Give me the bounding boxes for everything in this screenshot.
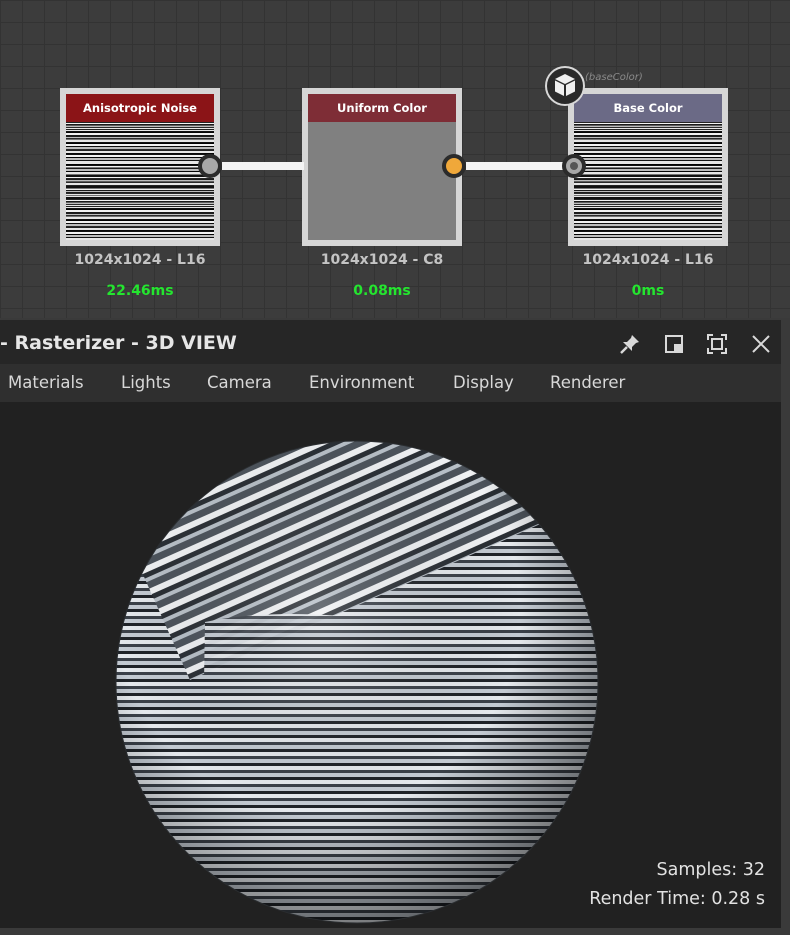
cube-icon	[555, 74, 575, 96]
panel-title-bar: - Rasterizer - 3D VIEW	[0, 318, 785, 364]
3d-viewport[interactable]: Samples: 32 Render Time: 0.28 s	[0, 402, 781, 928]
samples-readout: Samples: 32	[656, 860, 765, 880]
menu-renderer[interactable]: Renderer	[550, 373, 625, 392]
output-port[interactable]	[198, 154, 222, 178]
connection-wire[interactable]	[222, 162, 304, 170]
menu-environment[interactable]: Environment	[309, 373, 414, 392]
node-resolution-label: 1024x1024 - C8	[320, 252, 444, 268]
pin-icon[interactable]	[618, 332, 642, 356]
output-identifier-label: (baseColor)	[585, 72, 643, 83]
node-title: Anisotropic Noise	[66, 94, 214, 122]
input-port[interactable]	[562, 154, 586, 178]
node-compute-time: 0ms	[631, 283, 665, 299]
menu-materials[interactable]: Materials	[8, 373, 84, 392]
scrollbar-track[interactable]	[781, 318, 790, 935]
node-thumbnail	[308, 122, 456, 240]
viewport-menu-bar: Materials Lights Camera Environment Disp…	[0, 364, 785, 402]
output-node-badge[interactable]	[545, 66, 585, 106]
node-thumbnail	[574, 122, 722, 240]
node-base-color-output[interactable]: Base Color	[568, 88, 728, 246]
node-compute-time: 22.46ms	[106, 283, 174, 299]
node-compute-time: 0.08ms	[353, 283, 411, 299]
node-graph-canvas[interactable]: Anisotropic Noise 1024x1024 - L16 22.46m…	[0, 0, 790, 318]
close-icon[interactable]	[749, 332, 773, 356]
menu-camera[interactable]: Camera	[207, 373, 272, 392]
node-resolution-label: 1024x1024 - L16	[74, 252, 206, 268]
node-uniform-color[interactable]: Uniform Color	[302, 88, 462, 246]
node-title: Base Color	[574, 94, 722, 122]
restore-icon[interactable]	[662, 332, 686, 356]
node-anisotropic-noise[interactable]: Anisotropic Noise	[60, 88, 220, 246]
preview-sphere	[115, 440, 599, 924]
menu-lights[interactable]: Lights	[121, 373, 171, 392]
menu-display[interactable]: Display	[453, 373, 514, 392]
render-time-readout: Render Time: 0.28 s	[589, 889, 765, 909]
panel-title: - Rasterizer - 3D VIEW	[0, 332, 237, 354]
node-title: Uniform Color	[308, 94, 456, 122]
maximize-icon[interactable]	[705, 332, 729, 356]
node-thumbnail	[66, 122, 214, 240]
panel-bottom-border	[0, 928, 790, 935]
connection-wire[interactable]	[466, 162, 568, 170]
node-resolution-label: 1024x1024 - L16	[582, 252, 714, 268]
output-port[interactable]	[442, 154, 466, 178]
